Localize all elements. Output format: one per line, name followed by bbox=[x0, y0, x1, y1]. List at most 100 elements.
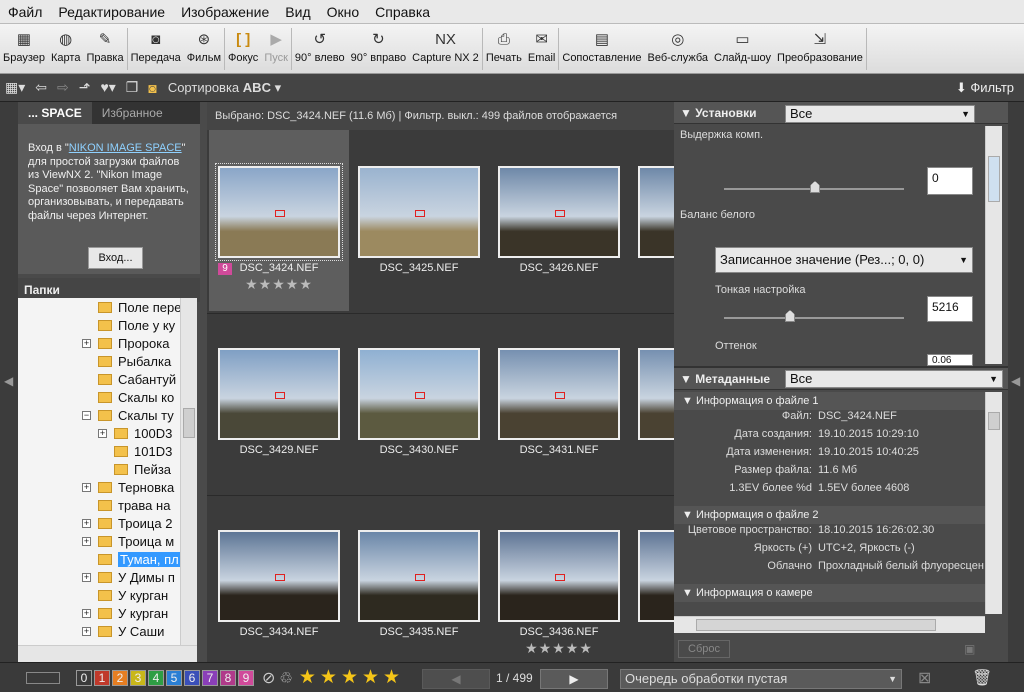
folder-tree-item[interactable]: +100D3 bbox=[18, 424, 180, 442]
toolbar-button-14[interactable]: ▭ Слайд-шоу bbox=[711, 24, 774, 74]
expand-icon[interactable]: + bbox=[82, 482, 91, 492]
thumbnail-cell[interactable]: DSC_3429.NEF bbox=[209, 312, 349, 493]
toolbar-button-13[interactable]: ◎ Веб-служба bbox=[645, 24, 711, 74]
color-label-7[interactable]: 7 bbox=[202, 669, 218, 686]
metadata-dropdown[interactable]: Все ▼ bbox=[785, 370, 1003, 388]
thumbnail-image[interactable] bbox=[218, 348, 340, 440]
thumbnail-image[interactable] bbox=[498, 166, 620, 258]
thumbnail-cell[interactable]: DSC_3434.NEF bbox=[209, 494, 349, 662]
color-label-4[interactable]: 4 bbox=[148, 669, 164, 686]
thumbnail-image[interactable] bbox=[358, 348, 480, 440]
tint-input[interactable]: 0.06 bbox=[927, 354, 973, 366]
toolbar-button-11[interactable]: ✉ Email bbox=[525, 24, 559, 74]
toolbar-button-1[interactable]: ◍ Карта bbox=[48, 24, 83, 74]
folder-tree-item[interactable]: Поле у ку bbox=[18, 316, 180, 334]
expand-icon[interactable]: + bbox=[82, 536, 91, 546]
folder-tree-item[interactable]: Туман, пл bbox=[18, 550, 180, 568]
cancel-queue-icon[interactable]: ⊠ bbox=[918, 668, 931, 688]
thumbnail-cell[interactable]: DSC_3424.NEF 9 ★★★★★ bbox=[209, 130, 349, 311]
folder-tree-item[interactable]: − Скалы ту bbox=[18, 406, 180, 424]
metadata-section-header[interactable]: ▼ Информация о файле 2 bbox=[674, 506, 985, 524]
right-collapse-strip[interactable]: ◀ bbox=[1008, 102, 1024, 662]
folder-tree-item[interactable]: Рыбалка bbox=[18, 352, 180, 370]
section-toggle-icon[interactable]: ▼ bbox=[682, 587, 696, 599]
processing-queue-dropdown[interactable]: Очередь обработки пустая ▼ bbox=[620, 669, 902, 689]
favorite-folder-icon[interactable]: ♥▾ bbox=[95, 79, 120, 96]
thumbnail-image[interactable] bbox=[638, 166, 674, 258]
layout-toggle-icon[interactable] bbox=[26, 671, 60, 684]
save-icon[interactable]: ▣ bbox=[964, 642, 975, 656]
expand-icon[interactable]: + bbox=[82, 518, 91, 528]
color-label-8[interactable]: 8 bbox=[220, 669, 236, 686]
view-grid-icon[interactable]: ▦▾ bbox=[0, 79, 30, 96]
rating-star-4-icon[interactable]: ★ bbox=[362, 666, 379, 689]
thumbnail-cell[interactable] bbox=[629, 130, 674, 311]
collapse-right-icon[interactable]: ◀ bbox=[1011, 374, 1020, 388]
color-label-6[interactable]: 6 bbox=[184, 669, 200, 686]
toolbar-button-7[interactable]: ↺ 90° влево bbox=[292, 24, 348, 74]
thumbnail-cell[interactable]: DSC_3426.NEF bbox=[489, 130, 629, 311]
metadata-hscroll[interactable] bbox=[674, 616, 985, 633]
reset-button[interactable]: Сброс bbox=[678, 640, 730, 658]
expand-icon[interactable]: + bbox=[82, 608, 91, 618]
section-toggle-icon[interactable]: ▼ bbox=[682, 509, 696, 521]
folder-tree-item[interactable]: У курган bbox=[18, 586, 180, 604]
toolbar-button-3[interactable]: ◙ Передача bbox=[128, 24, 184, 74]
folder-tree-item[interactable]: + Троица 2 bbox=[18, 514, 180, 532]
rating-stars[interactable]: ★★★★★ bbox=[489, 640, 629, 657]
tab-image-space[interactable]: ... SPACE bbox=[18, 102, 92, 124]
section-toggle-icon[interactable]: ▼ bbox=[682, 395, 696, 407]
metadata-section-header[interactable]: ▼ Информация о файле 1 bbox=[674, 392, 985, 410]
thumbnail-cell[interactable]: DSC_3430.NEF bbox=[349, 312, 489, 493]
folder-tree-item[interactable]: Пейза bbox=[18, 460, 180, 478]
thumbnail-image[interactable] bbox=[498, 530, 620, 622]
fine-tune-input[interactable]: 5216 bbox=[927, 296, 973, 322]
thumbnail-cell[interactable] bbox=[629, 312, 674, 493]
folder-tree-item[interactable]: трава на bbox=[18, 496, 180, 514]
camera-import-icon[interactable]: ◙ bbox=[143, 80, 161, 96]
tree-hscroll[interactable] bbox=[18, 645, 197, 662]
tab-favorites[interactable]: Избранное bbox=[92, 102, 173, 124]
thumbnail-image[interactable] bbox=[638, 530, 674, 622]
folder-tree-item[interactable]: + У Саши bbox=[18, 622, 180, 640]
toolbar-button-9[interactable]: NX Capture NX 2 bbox=[409, 24, 482, 74]
thumbnail-image[interactable] bbox=[358, 530, 480, 622]
exposure-slider-handle[interactable] bbox=[810, 181, 820, 193]
folder-tree-item[interactable]: Скалы ко bbox=[18, 388, 180, 406]
fine-tune-slider-handle[interactable] bbox=[785, 310, 795, 322]
exposure-input[interactable]: 0 bbox=[927, 167, 973, 195]
folder-tree-item[interactable]: Поле пере bbox=[18, 298, 180, 316]
back-arrow-icon[interactable]: ⇦ bbox=[30, 79, 52, 96]
thumbnail-image[interactable] bbox=[218, 530, 340, 622]
folder-tree-item[interactable]: Сабантуй bbox=[18, 370, 180, 388]
toolbar-button-10[interactable]: ⎙ Печать bbox=[483, 24, 525, 74]
rating-star-2-icon[interactable]: ★ bbox=[320, 666, 337, 689]
toolbar-button-5[interactable]: [ ] Фокус bbox=[225, 24, 261, 74]
toolbar-button-15[interactable]: ⇲ Преобразование bbox=[774, 24, 866, 74]
menu-item-4[interactable]: Окно bbox=[319, 4, 368, 20]
settings-dropdown[interactable]: Все ▼ bbox=[785, 105, 975, 123]
folder-tree-item[interactable]: + У Димы п bbox=[18, 568, 180, 586]
folder-tree-item[interactable]: + У курган bbox=[18, 604, 180, 622]
expand-icon[interactable]: + bbox=[82, 626, 91, 636]
folder-tree-item[interactable]: + Пророка bbox=[18, 334, 180, 352]
rating-star-3-icon[interactable]: ★ bbox=[341, 666, 358, 689]
sort-dropdown[interactable]: Сортировка ABC ▾ bbox=[168, 80, 281, 96]
expand-icon[interactable]: + bbox=[98, 428, 107, 438]
copy-icon[interactable]: ❐ bbox=[121, 79, 144, 96]
wb-dropdown[interactable]: Записанное значение (Рез...; 0, 0) ▼ bbox=[715, 247, 973, 273]
color-label-3[interactable]: 3 bbox=[130, 669, 146, 686]
reject-icon[interactable]: ♲ bbox=[279, 669, 292, 687]
color-label-5[interactable]: 5 bbox=[166, 669, 182, 686]
fine-tune-slider[interactable] bbox=[724, 317, 904, 319]
prev-image-button[interactable]: ◀ bbox=[422, 669, 490, 689]
toolbar-button-6[interactable]: ▶ Пуск bbox=[261, 24, 291, 74]
login-button[interactable]: Вход... bbox=[88, 247, 143, 269]
folder-up-icon[interactable]: ⬏ bbox=[74, 79, 96, 96]
no-rating-icon[interactable]: ⊘ bbox=[262, 668, 275, 688]
rating-stars[interactable]: ★★★★★ bbox=[209, 276, 349, 293]
nikon-image-space-link[interactable]: NIKON IMAGE SPACE bbox=[69, 142, 182, 154]
folder-tree-item[interactable]: 101D3 bbox=[18, 442, 180, 460]
thumbnail-image[interactable] bbox=[498, 348, 620, 440]
expand-icon[interactable]: + bbox=[82, 572, 91, 582]
